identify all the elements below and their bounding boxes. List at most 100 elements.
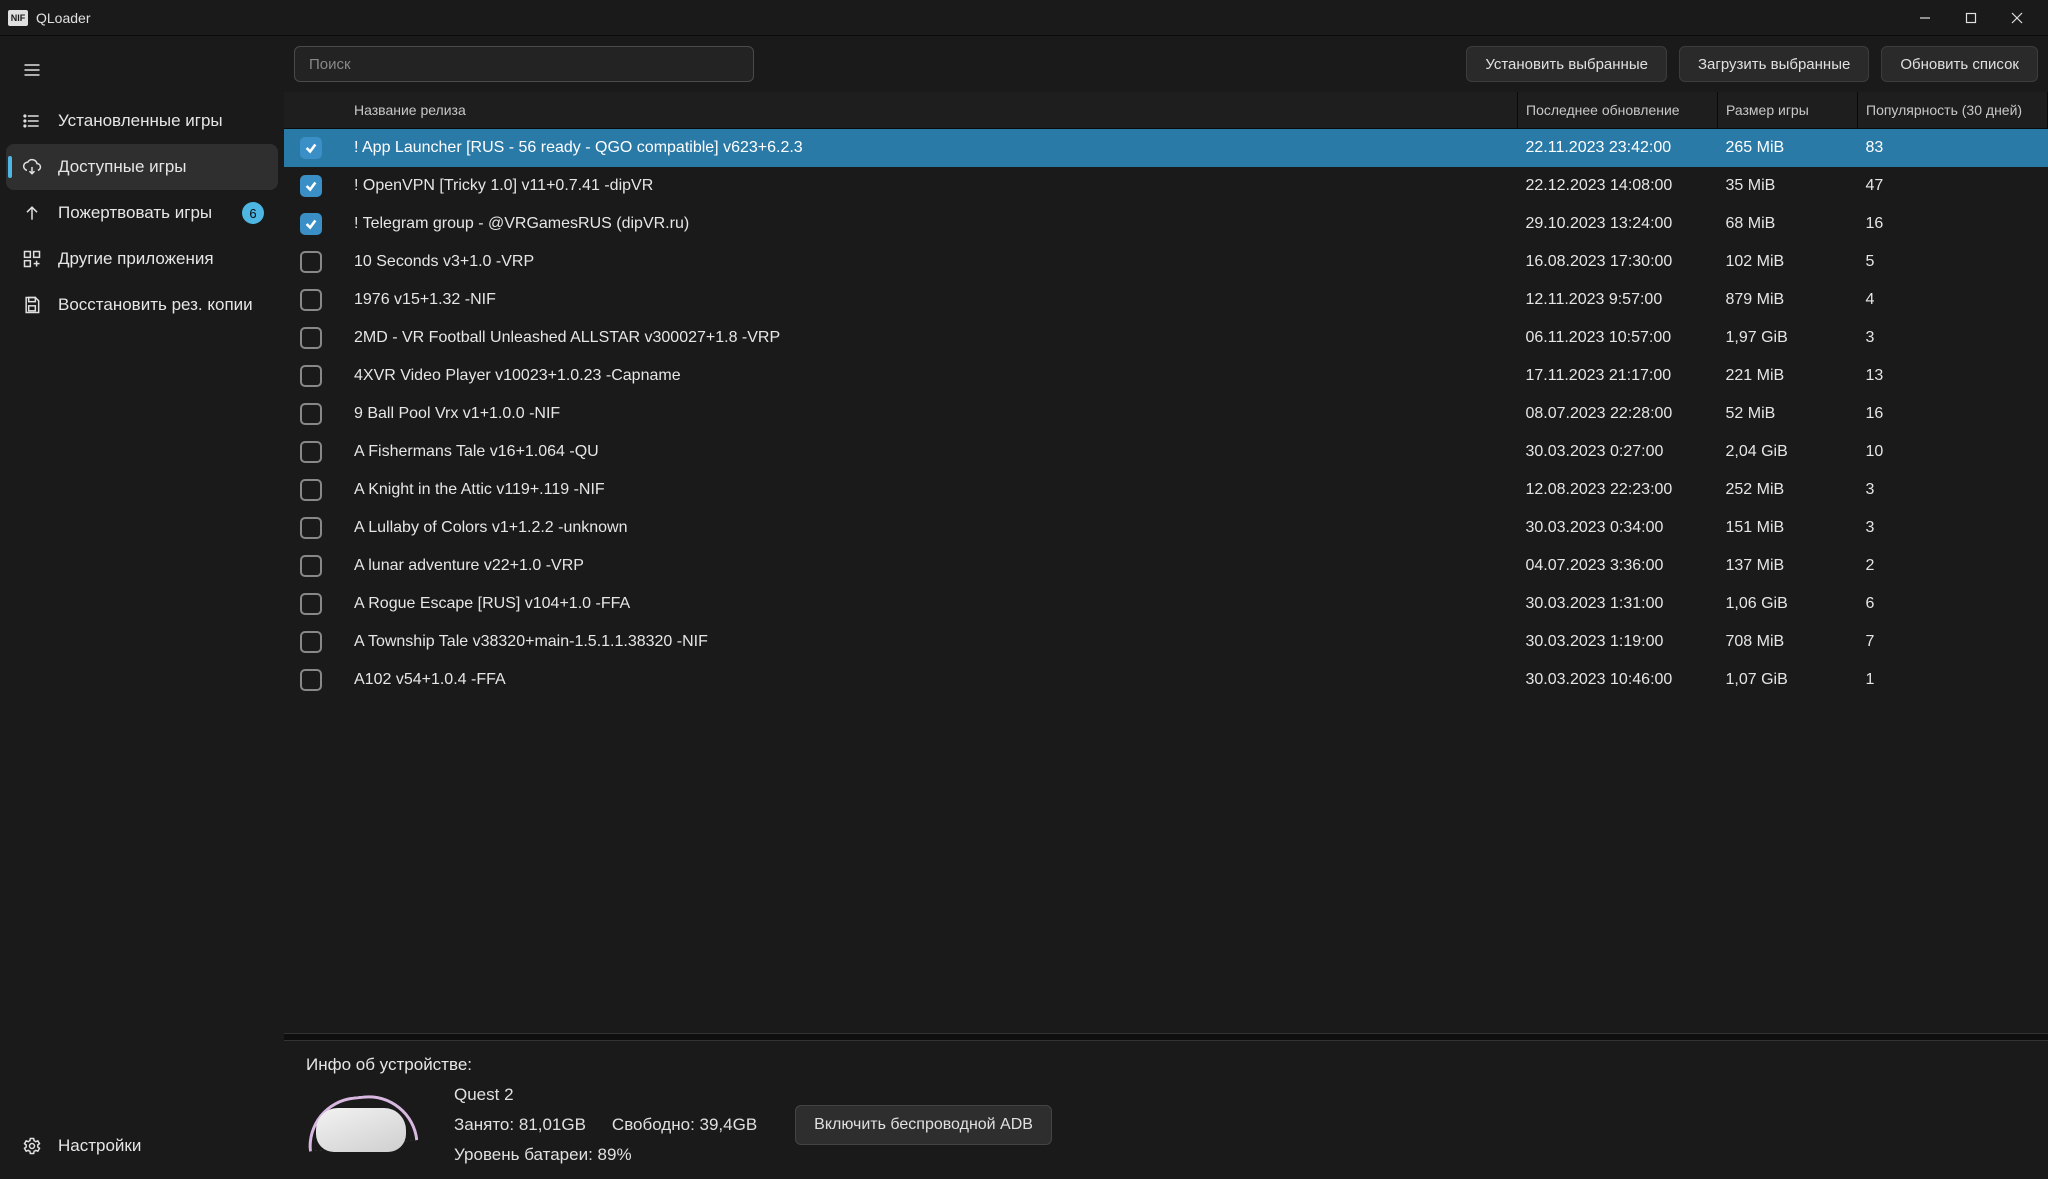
row-checkbox[interactable] — [300, 213, 322, 235]
cell-size: 221 MiB — [1718, 357, 1858, 395]
cell-name: A102 v54+1.0.4 -FFA — [338, 661, 1518, 699]
cell-updated: 17.11.2023 21:17:00 — [1518, 357, 1718, 395]
row-checkbox[interactable] — [300, 441, 322, 463]
minimize-button[interactable] — [1902, 2, 1948, 34]
sidebar-item-restore[interactable]: Восстановить рез. копии — [6, 282, 278, 328]
cell-updated: 30.03.2023 1:31:00 — [1518, 585, 1718, 623]
table-row[interactable]: 1976 v15+1.32 -NIF12.11.2023 9:57:00879 … — [284, 281, 2048, 319]
cell-name: 10 Seconds v3+1.0 -VRP — [338, 243, 1518, 281]
table-row[interactable]: A Lullaby of Colors v1+1.2.2 -unknown30.… — [284, 509, 2048, 547]
row-checkbox[interactable] — [300, 251, 322, 273]
row-checkbox[interactable] — [300, 327, 322, 349]
table-row[interactable]: A Fishermans Tale v16+1.064 -QU30.03.202… — [284, 433, 2048, 471]
cell-updated: 06.11.2023 10:57:00 — [1518, 319, 1718, 357]
table-row[interactable]: 2MD - VR Football Unleashed ALLSTAR v300… — [284, 319, 2048, 357]
cell-name: ! OpenVPN [Tricky 1.0] v11+0.7.41 -dipVR — [338, 167, 1518, 205]
table-row[interactable]: 9 Ball Pool Vrx v1+1.0.0 -NIF08.07.2023 … — [284, 395, 2048, 433]
refresh-list-button[interactable]: Обновить список — [1881, 46, 2038, 82]
sidebar-item-settings[interactable]: Настройки — [6, 1123, 278, 1169]
titlebar: NIF QLoader — [0, 0, 2048, 36]
cell-name: A Township Tale v38320+main-1.5.1.1.3832… — [338, 623, 1518, 661]
cell-updated: 22.12.2023 14:08:00 — [1518, 167, 1718, 205]
cell-size: 1,06 GiB — [1718, 585, 1858, 623]
cell-name: 4XVR Video Player v10023+1.0.23 -Capname — [338, 357, 1518, 395]
cell-name: 2MD - VR Football Unleashed ALLSTAR v300… — [338, 319, 1518, 357]
cell-updated: 08.07.2023 22:28:00 — [1518, 395, 1718, 433]
cell-name: 9 Ball Pool Vrx v1+1.0.0 -NIF — [338, 395, 1518, 433]
row-checkbox[interactable] — [300, 137, 322, 159]
row-checkbox[interactable] — [300, 555, 322, 577]
col-popularity-header[interactable]: Популярность (30 дней) — [1858, 92, 2048, 129]
table-row[interactable]: 10 Seconds v3+1.0 -VRP16.08.2023 17:30:0… — [284, 243, 2048, 281]
col-updated-header[interactable]: Последнее обновление — [1518, 92, 1718, 129]
table-row[interactable]: ! OpenVPN [Tricky 1.0] v11+0.7.41 -dipVR… — [284, 167, 2048, 205]
cell-size: 35 MiB — [1718, 167, 1858, 205]
install-selected-button[interactable]: Установить выбранные — [1466, 46, 1667, 82]
row-checkbox[interactable] — [300, 365, 322, 387]
col-size-header[interactable]: Размер игры — [1718, 92, 1858, 129]
cell-updated: 30.03.2023 1:19:00 — [1518, 623, 1718, 661]
sidebar: Установленные игры Доступные игры Пожерт… — [0, 36, 284, 1179]
cell-popularity: 13 — [1858, 357, 2048, 395]
row-checkbox[interactable] — [300, 479, 322, 501]
cell-updated: 16.08.2023 17:30:00 — [1518, 243, 1718, 281]
sidebar-item-available[interactable]: Доступные игры — [6, 144, 278, 190]
col-name-header[interactable]: Название релиза — [338, 92, 1518, 129]
cell-popularity: 1 — [1858, 661, 2048, 699]
cell-size: 252 MiB — [1718, 471, 1858, 509]
panel-divider[interactable] — [284, 1033, 2048, 1041]
sidebar-item-installed[interactable]: Установленные игры — [6, 98, 278, 144]
cell-popularity: 4 — [1858, 281, 2048, 319]
list-check-icon — [20, 111, 44, 131]
cell-size: 708 MiB — [1718, 623, 1858, 661]
cell-popularity: 16 — [1858, 205, 2048, 243]
row-checkbox[interactable] — [300, 289, 322, 311]
enable-wireless-adb-button[interactable]: Включить беспроводной ADB — [795, 1105, 1052, 1145]
row-checkbox[interactable] — [300, 669, 322, 691]
cell-size: 151 MiB — [1718, 509, 1858, 547]
table-row[interactable]: A Rogue Escape [RUS] v104+1.0 -FFA30.03.… — [284, 585, 2048, 623]
sidebar-item-label: Пожертвовать игры — [58, 203, 212, 223]
cell-size: 1,97 GiB — [1718, 319, 1858, 357]
download-selected-button[interactable]: Загрузить выбранные — [1679, 46, 1869, 82]
row-checkbox[interactable] — [300, 517, 322, 539]
cell-popularity: 3 — [1858, 471, 2048, 509]
cell-updated: 30.03.2023 0:27:00 — [1518, 433, 1718, 471]
cell-popularity: 5 — [1858, 243, 2048, 281]
cell-updated: 29.10.2023 13:24:00 — [1518, 205, 1718, 243]
row-checkbox[interactable] — [300, 175, 322, 197]
cell-updated: 30.03.2023 10:46:00 — [1518, 661, 1718, 699]
close-button[interactable] — [1994, 2, 2040, 34]
cell-size: 52 MiB — [1718, 395, 1858, 433]
table-row[interactable]: ! App Launcher [RUS - 56 ready - QGO com… — [284, 129, 2048, 168]
table-row[interactable]: A Knight in the Attic v119+.119 -NIF12.0… — [284, 471, 2048, 509]
sidebar-item-donate[interactable]: Пожертвовать игры 6 — [6, 190, 278, 236]
maximize-button[interactable] — [1948, 2, 1994, 34]
sidebar-item-label: Другие приложения — [58, 249, 214, 269]
sidebar-item-label: Настройки — [58, 1136, 141, 1156]
cell-name: A lunar adventure v22+1.0 -VRP — [338, 547, 1518, 585]
table-row[interactable]: ! Telegram group - @VRGamesRUS (dipVR.ru… — [284, 205, 2048, 243]
row-checkbox[interactable] — [300, 403, 322, 425]
cell-size: 2,04 GiB — [1718, 433, 1858, 471]
toolbar: Установить выбранные Загрузить выбранные… — [284, 36, 2048, 92]
table-row[interactable]: A Township Tale v38320+main-1.5.1.1.3832… — [284, 623, 2048, 661]
search-input[interactable] — [294, 46, 754, 82]
games-table-scroll[interactable]: Название релиза Последнее обновление Раз… — [284, 92, 2048, 1033]
cloud-download-icon — [20, 157, 44, 177]
hamburger-button[interactable] — [12, 50, 52, 90]
cell-popularity: 83 — [1858, 129, 2048, 168]
table-row[interactable]: 4XVR Video Player v10023+1.0.23 -Capname… — [284, 357, 2048, 395]
cell-size: 879 MiB — [1718, 281, 1858, 319]
sidebar-item-other-apps[interactable]: Другие приложения — [6, 236, 278, 282]
cell-name: A Rogue Escape [RUS] v104+1.0 -FFA — [338, 585, 1518, 623]
col-checkbox — [284, 92, 338, 129]
cell-name: A Knight in the Attic v119+.119 -NIF — [338, 471, 1518, 509]
row-checkbox[interactable] — [300, 593, 322, 615]
row-checkbox[interactable] — [300, 631, 322, 653]
table-row[interactable]: A102 v54+1.0.4 -FFA30.03.2023 10:46:001,… — [284, 661, 2048, 699]
cell-updated: 30.03.2023 0:34:00 — [1518, 509, 1718, 547]
cell-size: 102 MiB — [1718, 243, 1858, 281]
cell-popularity: 7 — [1858, 623, 2048, 661]
table-row[interactable]: A lunar adventure v22+1.0 -VRP04.07.2023… — [284, 547, 2048, 585]
